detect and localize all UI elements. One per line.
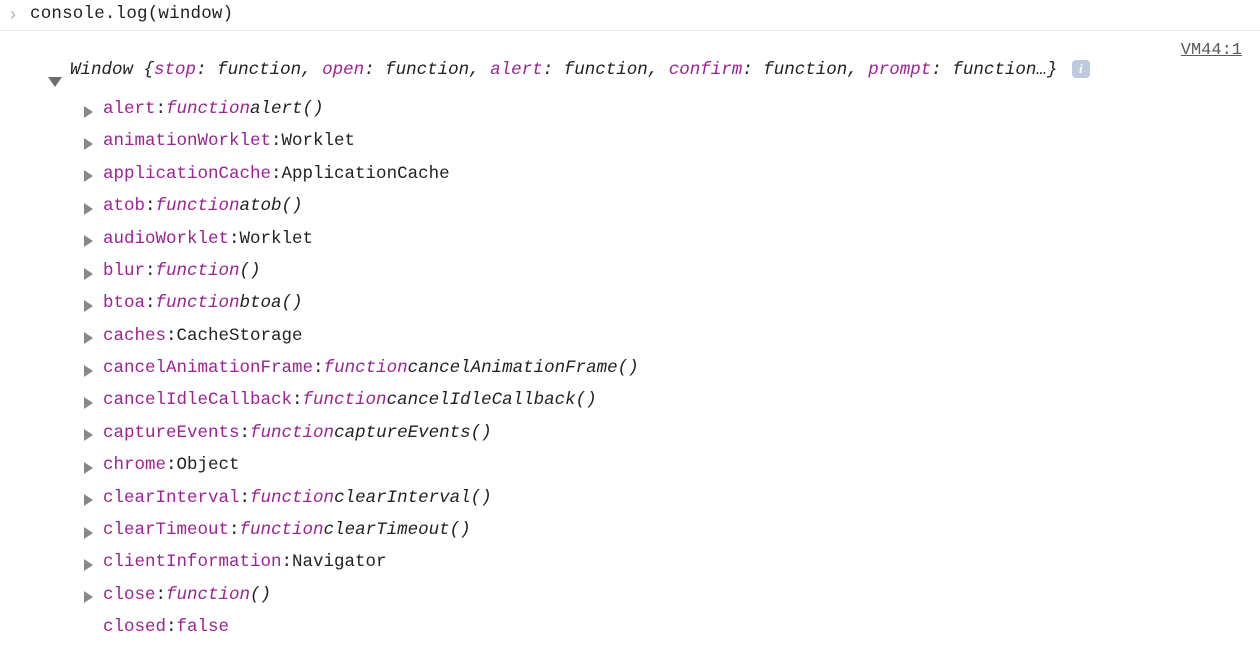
preview-value: function: [385, 60, 469, 80]
property-row[interactable]: atob: function atob(): [84, 190, 1248, 222]
expand-icon[interactable]: [84, 170, 93, 182]
prompt-icon: ›: [10, 5, 16, 23]
function-keyword: function: [156, 190, 240, 222]
property-key: cancelAnimationFrame: [103, 352, 313, 384]
property-key: blur: [103, 255, 145, 287]
function-name: cancelAnimationFrame(): [408, 352, 639, 384]
property-row[interactable]: animationWorklet: Worklet: [84, 125, 1248, 157]
property-row[interactable]: chrome: Object: [84, 449, 1248, 481]
property-key: caches: [103, 320, 166, 352]
function-name: btoa(): [240, 287, 303, 319]
expand-icon[interactable]: [84, 300, 93, 312]
function-name: clearTimeout(): [324, 514, 471, 546]
property-list: alert: function alert()animationWorklet:…: [84, 93, 1248, 643]
function-keyword: function: [156, 255, 240, 287]
expand-icon[interactable]: [84, 527, 93, 539]
source-link[interactable]: VM44:1: [1181, 41, 1242, 60]
expand-icon[interactable]: [84, 106, 93, 118]
expand-icon[interactable]: [84, 203, 93, 215]
function-keyword: function: [303, 384, 387, 416]
expand-icon[interactable]: [84, 235, 93, 247]
property-value: Worklet: [282, 125, 356, 157]
property-key: closed: [103, 611, 166, 643]
preview-key: open: [322, 60, 364, 80]
function-keyword: function: [166, 93, 250, 125]
preview-key: alert: [490, 60, 543, 80]
object-summary-row[interactable]: Window {stop: function, open: function, …: [48, 57, 1248, 87]
property-row[interactable]: btoa: function btoa(): [84, 287, 1248, 319]
preview-key: confirm: [669, 60, 743, 80]
property-value: Object: [177, 449, 240, 481]
preview-value: function: [217, 60, 301, 80]
function-keyword: function: [250, 417, 334, 449]
property-key: clientInformation: [103, 546, 282, 578]
property-key: alert: [103, 93, 156, 125]
object-summary: Window {stop: function, open: function, …: [70, 57, 1090, 83]
property-row[interactable]: close: function (): [84, 579, 1248, 611]
property-value: ApplicationCache: [282, 158, 450, 190]
property-key: captureEvents: [103, 417, 240, 449]
console-output: VM44:1 Window {stop: function, open: fun…: [0, 31, 1260, 655]
property-row[interactable]: clientInformation: Navigator: [84, 546, 1248, 578]
function-keyword: function: [324, 352, 408, 384]
function-name: (): [250, 579, 271, 611]
expand-icon[interactable]: [84, 365, 93, 377]
property-key: audioWorklet: [103, 223, 229, 255]
property-key: cancelIdleCallback: [103, 384, 292, 416]
function-name: cancelIdleCallback(): [387, 384, 597, 416]
property-value: Navigator: [292, 546, 387, 578]
function-name: captureEvents(): [334, 417, 492, 449]
expand-toggle-icon[interactable]: [48, 77, 62, 87]
property-key: btoa: [103, 287, 145, 319]
function-name: alert(): [250, 93, 324, 125]
property-row[interactable]: blur: function (): [84, 255, 1248, 287]
function-name: atob(): [240, 190, 303, 222]
function-keyword: function: [156, 287, 240, 319]
function-keyword: function: [166, 579, 250, 611]
preview-value: function: [564, 60, 648, 80]
preview-value: function: [763, 60, 847, 80]
property-key: close: [103, 579, 156, 611]
property-row[interactable]: clearInterval: function clearInterval(): [84, 482, 1248, 514]
property-row[interactable]: cancelIdleCallback: function cancelIdleC…: [84, 384, 1248, 416]
property-row[interactable]: clearTimeout: function clearTimeout(): [84, 514, 1248, 546]
function-keyword: function: [240, 514, 324, 546]
property-row[interactable]: audioWorklet: Worklet: [84, 223, 1248, 255]
preview-key: stop: [154, 60, 196, 80]
property-row[interactable]: alert: function alert(): [84, 93, 1248, 125]
expand-icon[interactable]: [84, 332, 93, 344]
expand-icon[interactable]: [84, 494, 93, 506]
property-row: closed: false: [84, 611, 1248, 643]
expand-icon[interactable]: [84, 397, 93, 409]
expand-icon[interactable]: [84, 559, 93, 571]
console-input-row: › console.log(window): [0, 0, 1260, 31]
property-row[interactable]: applicationCache: ApplicationCache: [84, 158, 1248, 190]
expand-icon[interactable]: [84, 268, 93, 280]
property-value: false: [177, 611, 230, 643]
property-row[interactable]: caches: CacheStorage: [84, 320, 1248, 352]
property-value: Worklet: [240, 223, 314, 255]
function-keyword: function: [250, 482, 334, 514]
property-key: applicationCache: [103, 158, 271, 190]
preview-key: prompt: [868, 60, 931, 80]
function-name: (): [240, 255, 261, 287]
expand-icon[interactable]: [84, 591, 93, 603]
function-name: clearInterval(): [334, 482, 492, 514]
console-input-code[interactable]: console.log(window): [30, 4, 233, 24]
info-icon[interactable]: i: [1072, 60, 1090, 78]
preview-value: function: [952, 60, 1036, 80]
property-row[interactable]: cancelAnimationFrame: function cancelAni…: [84, 352, 1248, 384]
property-row[interactable]: captureEvents: function captureEvents(): [84, 417, 1248, 449]
expand-icon[interactable]: [84, 138, 93, 150]
property-value: CacheStorage: [177, 320, 303, 352]
property-key: clearInterval: [103, 482, 240, 514]
object-class: Window: [70, 60, 144, 80]
expand-icon[interactable]: [84, 462, 93, 474]
property-key: animationWorklet: [103, 125, 271, 157]
property-key: atob: [103, 190, 145, 222]
property-key: chrome: [103, 449, 166, 481]
expand-icon[interactable]: [84, 429, 93, 441]
property-key: clearTimeout: [103, 514, 229, 546]
